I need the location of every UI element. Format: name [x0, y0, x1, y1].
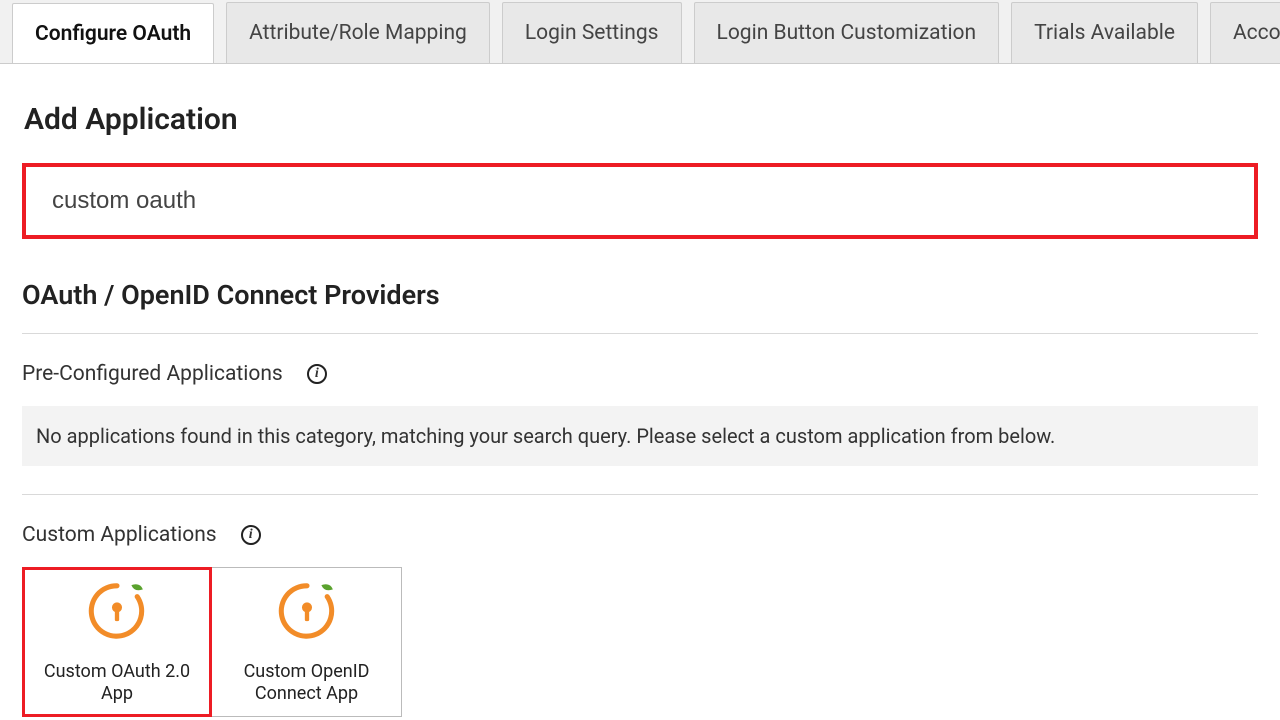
tab-account-setup[interactable]: Account Setup — [1210, 2, 1280, 63]
card-custom-openid-connect-app[interactable]: Custom OpenID Connect App — [212, 567, 402, 717]
tab-login-button-customization[interactable]: Login Button Customization — [694, 2, 1000, 63]
page-title: Add Application — [24, 102, 1258, 137]
oauth-icon — [81, 575, 153, 651]
providers-heading: OAuth / OpenID Connect Providers — [22, 279, 1258, 311]
card-custom-oauth-2-app[interactable]: Custom OAuth 2.0 App — [22, 567, 212, 717]
custom-section-head: Custom Applications i — [22, 523, 1258, 547]
preconfigured-empty-message: No applications found in this category, … — [22, 406, 1258, 466]
tab-strip: Configure OAuth Attribute/Role Mapping L… — [0, 0, 1280, 64]
card-label: Custom OAuth 2.0 App — [37, 661, 197, 706]
custom-title: Custom Applications — [22, 523, 217, 547]
divider — [22, 494, 1258, 495]
tab-trials-available[interactable]: Trials Available — [1011, 2, 1198, 63]
divider — [22, 333, 1258, 334]
info-icon[interactable]: i — [241, 525, 261, 545]
page-body: Add Application OAuth / OpenID Connect P… — [0, 64, 1280, 720]
preconfigured-title: Pre-Configured Applications — [22, 362, 283, 386]
info-icon[interactable]: i — [307, 364, 327, 384]
custom-app-cards: Custom OAuth 2.0 App Custom OpenID Conne… — [22, 567, 1258, 717]
tab-attribute-role-mapping[interactable]: Attribute/Role Mapping — [226, 2, 490, 63]
tab-configure-oauth[interactable]: Configure OAuth — [12, 3, 214, 64]
card-label: Custom OpenID Connect App — [224, 661, 389, 706]
tab-login-settings[interactable]: Login Settings — [502, 2, 682, 63]
application-search-input[interactable] — [22, 163, 1258, 239]
oauth-icon — [271, 575, 343, 651]
preconfigured-section-head: Pre-Configured Applications i — [22, 362, 1258, 386]
